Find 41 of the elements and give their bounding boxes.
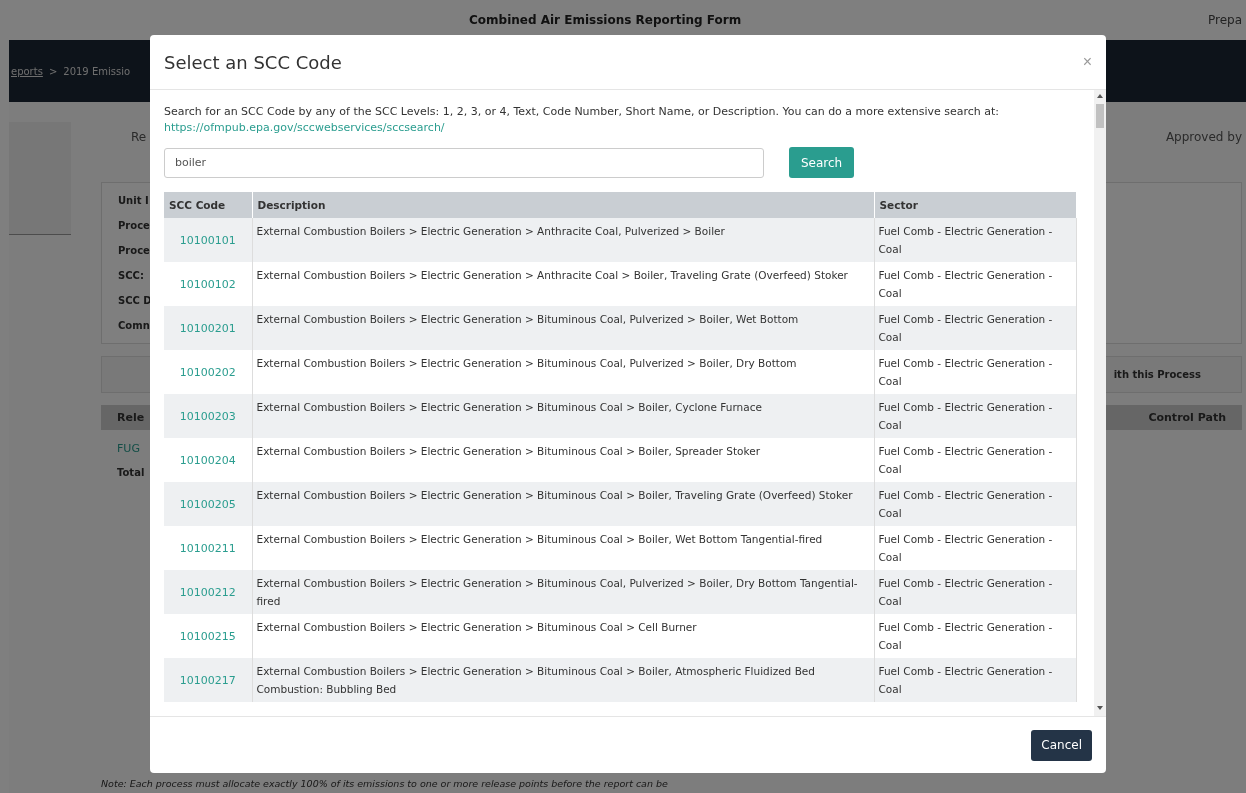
dialog-title: Select an SCC Code [164,51,342,73]
field-label: Proce [118,245,150,256]
cancel-button[interactable]: Cancel [1031,729,1092,761]
scc-code-link[interactable]: 10100101 [179,233,236,247]
total-label: Total [117,467,145,478]
preparer-label: Prepa [1207,13,1242,27]
scc-code-link[interactable]: 10100211 [179,541,236,555]
status-label: Re [131,130,147,146]
scrollbar[interactable] [1094,90,1106,716]
column-header: Description [252,192,874,218]
approval-label: Approved by [1165,130,1242,146]
breadcrumb-text: > [48,65,58,77]
scc-code-link[interactable]: 10100203 [179,409,236,423]
scc-code-link[interactable]: 10100212 [179,585,236,599]
scc-code-link[interactable]: 10100217 [179,673,236,687]
column-header: Control Path [1148,411,1226,424]
search-link[interactable]: https://ofmpub.epa.gov/sccwebservices/sccsearch/ [164,120,445,136]
scc-code-link[interactable]: 10100205 [179,497,236,511]
column-header: Rele [117,411,145,424]
scc-code-link[interactable]: 10100215 [179,629,236,643]
intro-text: Search for an SCC Code by any of the SCC Levels: 1, 2, 3, or 4, Text, Code Number, Short Name, or Description. You can do a more extensive search at: [164,104,1001,120]
field-label: Comn [118,320,150,331]
search-button[interactable]: Search [789,147,855,178]
breadcrumb-link[interactable]: eports [11,65,43,77]
scc-code-link[interactable]: 10100201 [179,321,236,335]
note-text: Note: Each process must allocate exactly 100% of its emissions to one or more release points before the report can be [101,778,668,789]
column-header: SCC Code [164,192,252,218]
form-title: Combined Air Emissions Reporting Form [469,13,742,27]
search-field[interactable]: boiler [164,147,764,178]
field-label: Proce [118,220,150,231]
close-button[interactable]: × [1082,53,1092,71]
breadcrumb-text: 2019 Emissio [63,65,131,77]
sector-cell: Fuel Comb - Electric Generation - Coal [874,658,1077,702]
field-label: SCC: [118,270,144,281]
scc-code-link[interactable]: 10100204 [179,453,236,467]
scc-code-link[interactable]: 10100102 [179,277,236,291]
scc-code-link[interactable]: 10100202 [179,365,236,379]
field-label: Unit I [118,195,149,206]
column-header: Sector [874,192,1077,218]
description-cell: External Combustion Boilers > Electric Generation > Bituminous Coal > Boiler, Atmospheric Fluidized Bed Combustion: Bubbling Bed [252,658,874,702]
section-heading: ith this Process [1113,369,1201,380]
